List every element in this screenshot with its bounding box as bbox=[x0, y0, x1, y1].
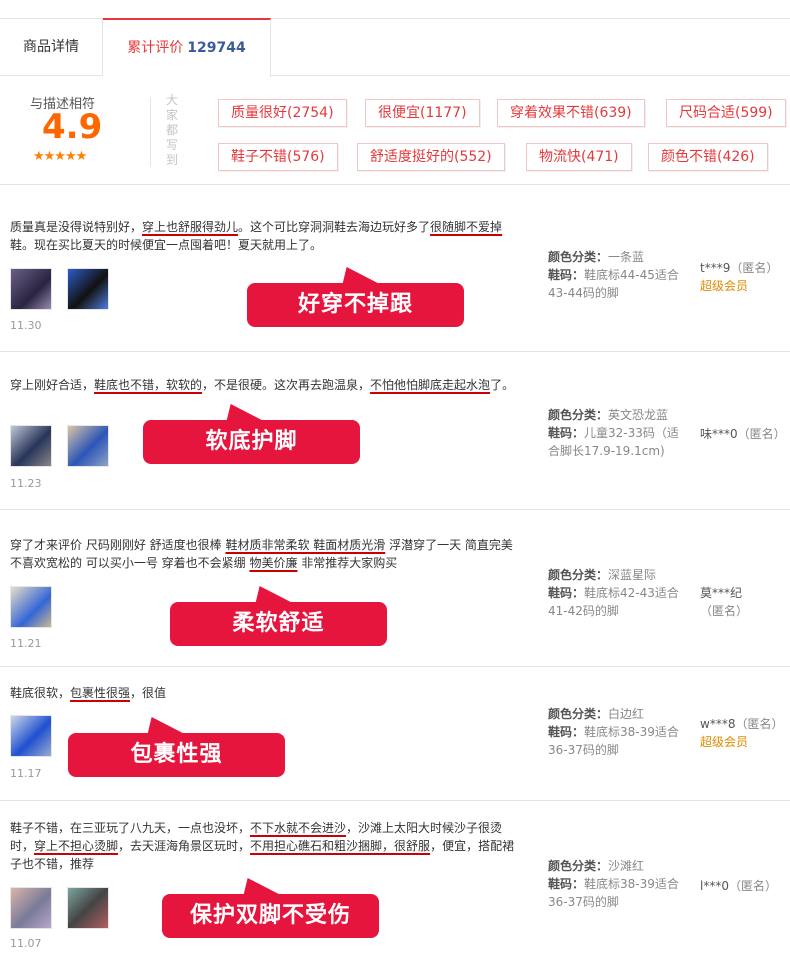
callout-label: 好穿不掉跟 bbox=[247, 267, 464, 327]
review-text: 质量真是没得说特别好，穿上也舒服得劲儿。这个可比穿洞洞鞋去海边玩好多了很随脚不爱… bbox=[10, 220, 503, 252]
review-count: 129744 bbox=[187, 40, 246, 56]
review-photo[interactable] bbox=[10, 268, 52, 310]
rating-summary: 与描述相符 4.9 ★★★★★ 大家都写到 质量很好(2754) 很便宜(117… bbox=[0, 77, 790, 185]
divider bbox=[150, 97, 151, 167]
sku-info: 颜色分类：一条蓝 鞋码：鞋底标44-45适合43-44码的脚 bbox=[548, 250, 679, 300]
review-text: 鞋底很软，包裹性很强，很值 bbox=[10, 686, 167, 700]
review-photo[interactable] bbox=[67, 887, 109, 929]
reviewer: w***8（匿名） 超级会员 bbox=[700, 717, 784, 749]
reviewer: t***9（匿名） 超级会员 bbox=[700, 261, 779, 293]
tag-item[interactable]: 鞋子不错(576) bbox=[218, 143, 338, 171]
review-photo[interactable] bbox=[10, 887, 52, 929]
sku-info: 颜色分类：深蓝星际 鞋码：鞋底标42-43适合41-42码的脚 bbox=[548, 568, 679, 618]
review-item: 穿上刚好合适，鞋底也不错，软软的，不是很硬。这次再去跑温泉，不怕他怕脚底走起水泡… bbox=[0, 352, 790, 510]
tab-reviews-label: 累计评价 bbox=[127, 40, 184, 56]
review-photo[interactable] bbox=[67, 425, 109, 467]
review-text: 穿了才来评价 尺码刚刚好 舒适度也很棒 鞋材质非常柔软 鞋面材质光滑 浮潜穿了一… bbox=[10, 538, 513, 570]
review-photo[interactable] bbox=[10, 425, 52, 467]
tag-item[interactable]: 质量很好(2754) bbox=[218, 99, 347, 127]
review-date: 11.30 bbox=[10, 319, 42, 332]
reviewer: l***0（匿名） bbox=[700, 879, 777, 893]
callout-label: 柔软舒适 bbox=[170, 586, 387, 646]
review-item: 质量真是没得说特别好，穿上也舒服得劲儿。这个可比穿洞洞鞋去海边玩好多了很随脚不爱… bbox=[0, 186, 790, 352]
tag-section-label: 大家都写到 bbox=[166, 93, 179, 167]
tag-item[interactable]: 穿着效果不错(639) bbox=[497, 99, 645, 127]
review-date: 11.21 bbox=[10, 637, 42, 650]
tag-item[interactable]: 舒适度挺好的(552) bbox=[357, 143, 505, 171]
review-item: 穿了才来评价 尺码刚刚好 舒适度也很棒 鞋材质非常柔软 鞋面材质光滑 浮潜穿了一… bbox=[0, 510, 790, 667]
tag-item[interactable]: 颜色不错(426) bbox=[648, 143, 768, 171]
review-text: 鞋子不错，在三亚玩了八九天，一点也没坏，不下水就不会进沙，沙滩上太阳大时候沙子很… bbox=[10, 821, 515, 871]
reviewer: 味***0（匿名） bbox=[700, 427, 786, 441]
tab-product-detail[interactable]: 商品详情 bbox=[0, 19, 103, 76]
score-box: 与描述相符 4.9 ★★★★★ bbox=[0, 77, 140, 185]
review-item: 鞋子不错，在三亚玩了八九天，一点也没坏，不下水就不会进沙，沙滩上太阳大时候沙子很… bbox=[0, 801, 790, 954]
review-date: 11.17 bbox=[10, 767, 42, 780]
callout-label: 保护双脚不受伤 bbox=[162, 878, 379, 938]
review-text: 穿上刚好合适，鞋底也不错，软软的，不是很硬。这次再去跑温泉，不怕他怕脚底走起水泡… bbox=[10, 378, 515, 392]
tab-bar: 商品详情 累计评价 129744 bbox=[0, 18, 790, 77]
review-photo[interactable] bbox=[10, 715, 52, 757]
reviewer: 莫***纪（匿名） bbox=[700, 586, 749, 618]
review-date: 11.07 bbox=[10, 937, 42, 950]
review-item: 鞋底很软，包裹性很强，很值 11.17 颜色分类：白边红 鞋码：鞋底标38-39适… bbox=[0, 667, 790, 801]
sku-info: 颜色分类：英文恐龙蓝 鞋码：儿童32-33码（适合脚长17.9-19.1cm) bbox=[548, 408, 679, 458]
tab-reviews[interactable]: 累计评价 129744 bbox=[103, 18, 271, 77]
review-date: 11.23 bbox=[10, 477, 42, 490]
callout-label: 软底护脚 bbox=[143, 404, 360, 464]
tag-item[interactable]: 物流快(471) bbox=[526, 143, 632, 171]
tag-item[interactable]: 很便宜(1177) bbox=[365, 99, 480, 127]
sku-info: 颜色分类：白边红 鞋码：鞋底标38-39适合36-37码的脚 bbox=[548, 707, 679, 757]
review-photo[interactable] bbox=[67, 268, 109, 310]
tag-item[interactable]: 尺码合适(599) bbox=[666, 99, 786, 127]
sku-info: 颜色分类：沙滩红 鞋码：鞋底标38-39适合36-37码的脚 bbox=[548, 859, 679, 909]
callout-label: 包裹性强 bbox=[68, 717, 285, 777]
star-rating-icon: ★★★★★ bbox=[33, 149, 87, 164]
score-value: 4.9 bbox=[42, 107, 103, 147]
review-photo[interactable] bbox=[10, 586, 52, 628]
